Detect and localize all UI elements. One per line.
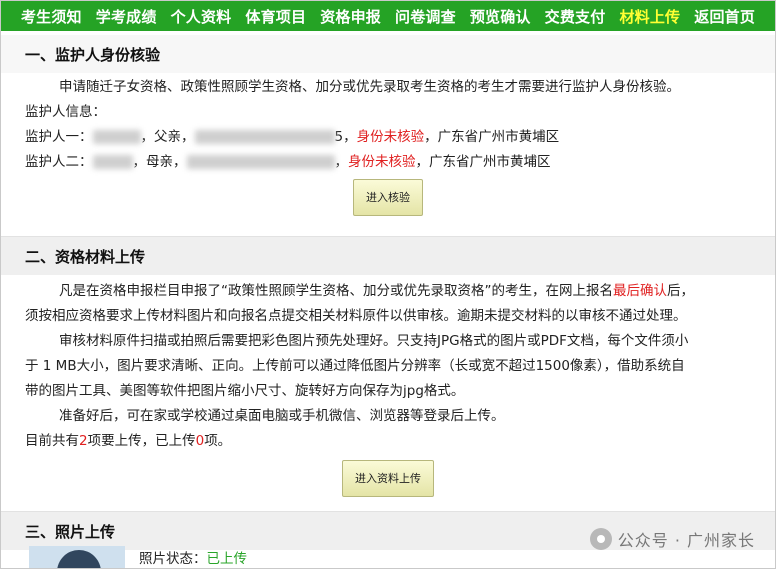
guardian-2-id-redacted [186,155,335,169]
guardian-2-status: 身份未核验 [348,154,416,170]
materials-para-2-cont: 于 1 MB大小，图片要求清晰、正向。上传前可以通过降低图片分辨率（长或宽不超过… [25,358,685,374]
nav-item-sports[interactable]: 体育项目 [245,6,306,27]
nav-item-profile[interactable]: 个人资料 [171,6,232,27]
guardian-1-status: 身份未核验 [356,129,425,145]
upload-count-prefix: 目前共有 [25,433,79,449]
section-guardian-title: 一、监护人身份核验 [1,35,775,73]
photo-status: 照片状态：已上传 [139,547,248,568]
guardian-row-2: 监护人二： ，母亲， ，身份未核验，广东省广州市黄埔区 [25,154,551,170]
nav-item-scores[interactable]: 学考成绩 [96,6,157,27]
guardian-2-label: 监护人二： [25,154,93,170]
nav-item-notice[interactable]: 考生须知 [21,6,82,27]
guardian-info-label: 监护人信息： [25,104,106,120]
guardian-1-id-redacted [194,130,335,144]
materials-para-1-cont: 须按相应资格要求上传材料图片和向报名点提交相关材料原件以供审核。逾期未提交材料的… [25,308,687,324]
upload-count: 目前共有2项要上传，已上传0项。 [1,429,775,454]
upload-done: 0 [195,433,205,449]
materials-para-1: 凡是在资格申报栏目申报了“政策性照顾学生资格、加分或优先录取资格”的考生，在网上… [1,279,775,304]
final-confirm-link: 最后确认 [613,283,667,299]
top-nav: 考生须知 学考成绩 个人资料 体育项目 资格申报 问卷调查 预览确认 交费支付 … [1,1,775,31]
guardian-1-name-redacted [92,130,141,144]
photo-status-label: 照片状态： [139,551,207,567]
nav-item-qualification[interactable]: 资格申报 [320,6,381,27]
section-materials-title: 二、资格材料上传 [1,236,775,275]
nav-item-home[interactable]: 返回首页 [694,6,755,27]
materials-para-2-end: 带的图片工具、美图等软件把图片缩小尺寸、旋转好方向保存为jpg格式。 [25,383,465,399]
upload-count-mid: 项要上传，已上传 [87,433,196,449]
materials-para-1-text: 凡是在资格申报栏目申报了“政策性照顾学生资格、加分或优先录取资格”的考生，在网上… [59,283,613,299]
upload-count-suffix: 项。 [204,433,232,449]
watermark-text: 公众号 · 广州家长 [617,531,755,550]
wechat-icon [589,528,612,550]
student-photo [29,546,125,568]
upload-total: 2 [79,433,88,449]
materials-para-3: 准备好后，可在家或学校通过桌面电脑或手机微信、浏览器等登录后上传。 [59,408,505,424]
watermark: 公众号 · 广州家长 [589,527,755,551]
materials-para-1-tail: 后， [667,283,694,299]
guardian-2-relation: ，母亲， [132,154,187,170]
nav-item-preview[interactable]: 预览确认 [470,6,531,27]
nav-item-survey[interactable]: 问卷调查 [395,6,456,27]
guardian-1-id-suffix: 5 [334,129,344,145]
guardian-1-label: 监护人一： [25,129,93,145]
materials-para-2: 审核材料原件扫描或拍照后需要把彩色图片预先处理好。只支持JPG格式的图片或PDF… [59,333,689,349]
guardian-1-location: ，广东省广州市黄埔区 [424,129,560,145]
guardian-intro: 申请随迁子女资格、政策性照顾学生资格、加分或优先录取考生资格的考生才需要进行监护… [59,79,680,95]
page-frame: 考生须知 学考成绩 个人资料 体育项目 资格申报 问卷调查 预览确认 交费支付 … [0,0,776,569]
upload-materials-button[interactable]: 进入资料上传 [342,460,434,497]
guardian-row-1: 监护人一： ，父亲， 5，身份未核验，广东省广州市黄埔区 [25,129,560,145]
guardian-1-relation: ，父亲， [140,129,195,145]
guardian-2-location: ，广东省广州市黄埔区 [415,154,551,170]
verify-button[interactable]: 进入核验 [353,179,423,216]
guardian-2-name-redacted [92,155,133,169]
photo-status-value: 已上传 [206,551,248,567]
nav-item-upload[interactable]: 材料上传 [619,6,680,27]
nav-item-payment[interactable]: 交费支付 [545,6,606,27]
